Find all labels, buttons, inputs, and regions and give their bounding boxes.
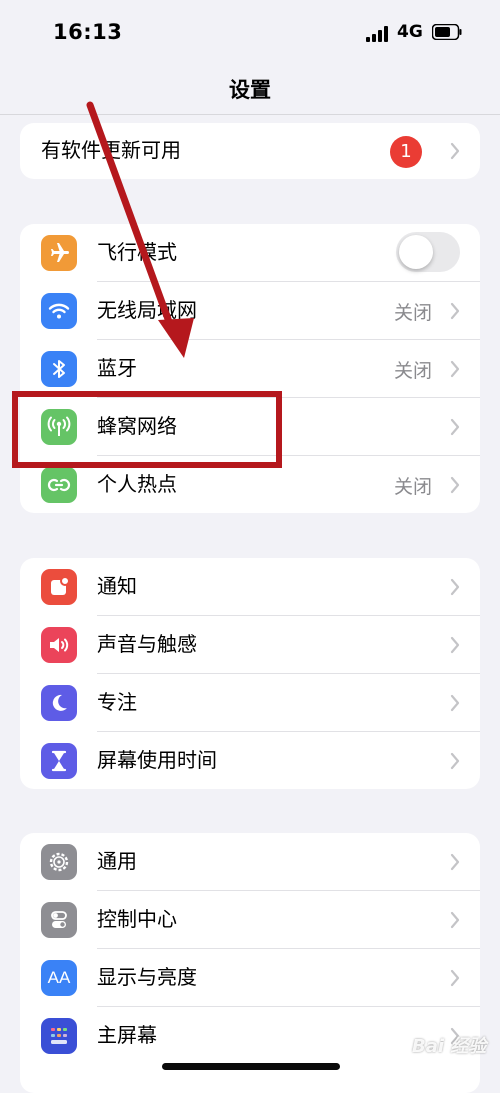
page-title: 设置	[229, 78, 271, 102]
moon-icon	[41, 685, 77, 721]
chevron-right-icon	[450, 911, 460, 929]
notifications-label: 通知	[97, 574, 137, 598]
wifi-icon	[41, 293, 77, 329]
home-screen-icon	[41, 1018, 77, 1054]
airplane-mode-row[interactable]: 飞行模式	[20, 224, 480, 282]
sound-icon	[41, 627, 77, 663]
airplane-icon	[41, 235, 77, 271]
chevron-right-icon	[450, 636, 460, 654]
chevron-right-icon	[450, 752, 460, 770]
focus-label: 专注	[97, 690, 137, 714]
battery-icon	[432, 24, 462, 40]
chevron-right-icon	[450, 302, 460, 320]
home-indicator[interactable]	[162, 1063, 340, 1070]
screen-time-label: 屏幕使用时间	[97, 748, 217, 772]
chevron-right-icon	[450, 853, 460, 871]
network-type: 4G	[397, 22, 423, 42]
hotspot-status: 关闭	[393, 476, 432, 498]
hotspot-icon	[41, 467, 77, 503]
chevron-right-icon	[450, 694, 460, 712]
hourglass-icon	[41, 743, 77, 779]
general-row[interactable]: 通用	[20, 833, 480, 891]
display-icon: AA	[41, 960, 77, 996]
display-row[interactable]: AA 显示与亮度	[20, 949, 480, 1007]
chevron-right-icon	[450, 578, 460, 596]
software-update-row[interactable]: 有软件更新可用 1	[20, 123, 480, 179]
chevron-right-icon	[450, 142, 460, 160]
general-group: 通用 控制中心 AA 显示与亮度 主屏幕	[20, 833, 480, 1093]
status-bar: 16:13 4G	[0, 0, 500, 70]
chevron-right-icon	[450, 418, 460, 436]
connectivity-group: 飞行模式 无线局域网 关闭 蓝牙 关闭 蜂窝网络 个人热点 关闭	[20, 224, 480, 513]
control-center-icon	[41, 902, 77, 938]
control-center-label: 控制中心	[97, 907, 177, 931]
control-center-row[interactable]: 控制中心	[20, 891, 480, 949]
status-time: 16:13	[53, 20, 123, 44]
software-update-label: 有软件更新可用	[41, 138, 181, 162]
update-group: 有软件更新可用 1	[20, 123, 480, 179]
chevron-right-icon	[450, 476, 460, 494]
focus-row[interactable]: 专注	[20, 674, 480, 732]
nav-divider	[0, 114, 500, 115]
chevron-right-icon	[450, 360, 460, 378]
notification-icon	[41, 569, 77, 605]
cellular-signal-icon	[366, 26, 388, 42]
sounds-label: 声音与触感	[97, 632, 197, 656]
bluetooth-row[interactable]: 蓝牙 关闭	[20, 340, 480, 398]
hotspot-label: 个人热点	[97, 472, 177, 496]
screen-time-row[interactable]: 屏幕使用时间	[20, 732, 480, 789]
display-label: 显示与亮度	[97, 965, 197, 989]
wifi-row[interactable]: 无线局域网 关闭	[20, 282, 480, 340]
bluetooth-icon	[41, 351, 77, 387]
notifications-row[interactable]: 通知	[20, 558, 480, 616]
home-screen-row[interactable]: 主屏幕	[20, 1007, 480, 1065]
bluetooth-status: 关闭	[393, 360, 432, 382]
airplane-mode-toggle[interactable]	[396, 232, 460, 272]
bluetooth-label: 蓝牙	[97, 356, 137, 380]
home-screen-label: 主屏幕	[97, 1023, 157, 1047]
watermark: Bai 经验	[412, 1036, 487, 1057]
chevron-right-icon	[450, 969, 460, 987]
annotation-highlight-box	[12, 391, 282, 468]
general-label: 通用	[97, 849, 137, 873]
wifi-label: 无线局域网	[97, 298, 197, 322]
toggle-knob	[399, 235, 433, 269]
airplane-mode-label: 飞行模式	[97, 240, 177, 264]
sounds-row[interactable]: 声音与触感	[20, 616, 480, 674]
gear-icon	[41, 844, 77, 880]
notification-group: 通知 声音与触感 专注 屏幕使用时间	[20, 558, 480, 789]
wifi-status: 关闭	[393, 302, 432, 324]
update-badge: 1	[390, 136, 422, 168]
